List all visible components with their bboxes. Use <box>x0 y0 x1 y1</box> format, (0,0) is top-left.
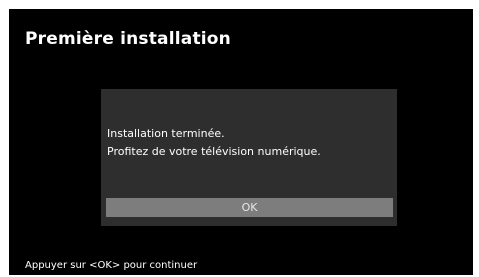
completion-dialog: Installation terminée. Profitez de votre… <box>101 89 397 226</box>
page-title: Première installation <box>25 29 231 49</box>
dialog-message-line-2: Profitez de votre télévision numérique. <box>107 145 321 158</box>
footer-hint: Appuyer sur <OK> pour continuer <box>25 260 198 271</box>
dialog-message-line-1: Installation terminée. <box>107 127 225 140</box>
tv-screen: Première installation Installation termi… <box>9 9 473 275</box>
ok-button[interactable]: OK <box>106 198 393 217</box>
